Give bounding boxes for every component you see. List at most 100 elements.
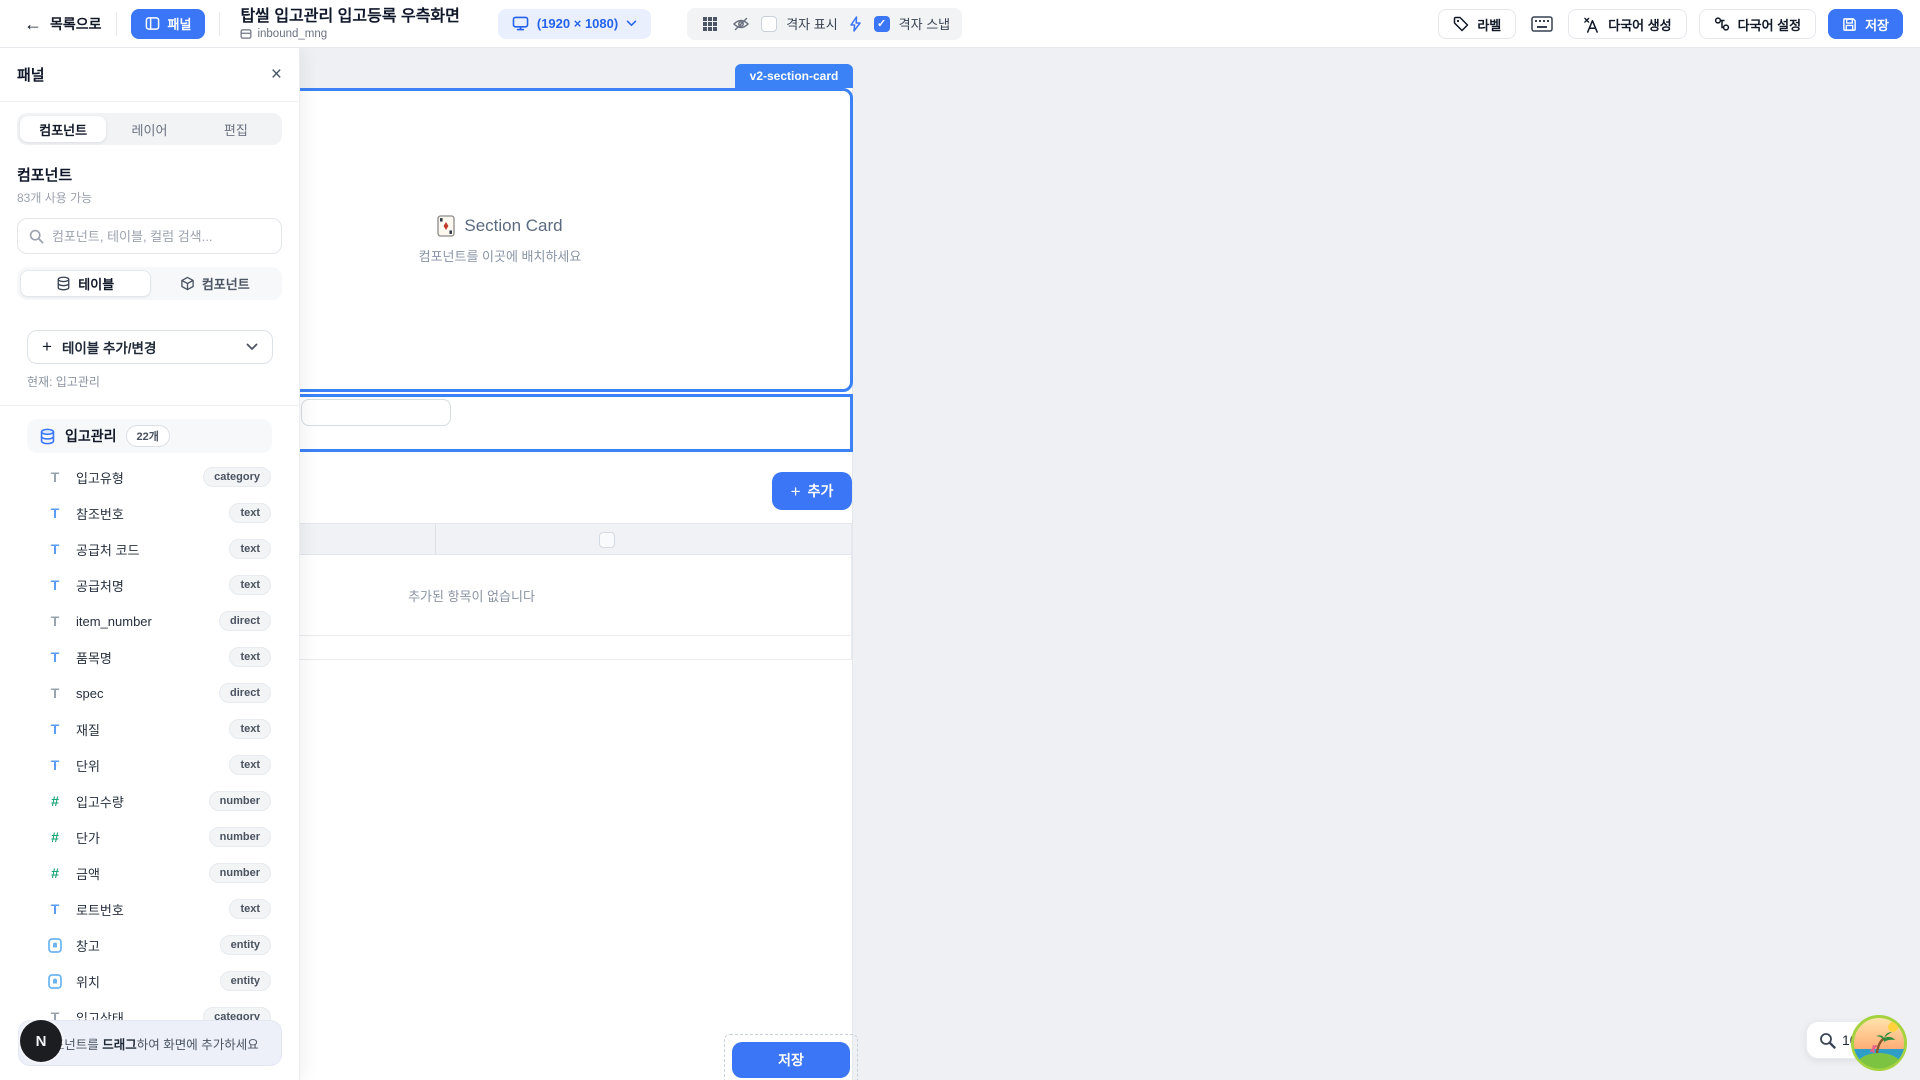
entity-field-icon	[46, 974, 64, 989]
labels-button[interactable]: 라벨	[1438, 9, 1516, 39]
field-type-badge: entity	[220, 971, 271, 991]
panel-toggle-button[interactable]: 패널	[131, 9, 206, 39]
field-row[interactable]: T 공급처 코드 text	[0, 531, 299, 567]
table-group-row[interactable]: 입고관리 22개	[27, 419, 272, 453]
field-row[interactable]: T item_number direct	[0, 603, 299, 639]
back-to-list-button[interactable]: ← 목록으로	[24, 14, 102, 34]
field-type-badge: number	[209, 863, 271, 883]
field-name: 참조번호	[76, 504, 124, 523]
field-type-badge: number	[209, 827, 271, 847]
text-field-icon: T	[46, 902, 64, 916]
number-field-icon: #	[46, 830, 64, 844]
avatar[interactable]: N	[20, 1020, 62, 1062]
field-row[interactable]: T spec direct	[0, 675, 299, 711]
field-type-badge: direct	[219, 611, 271, 631]
field-type-badge: number	[209, 791, 271, 811]
component-search[interactable]	[17, 218, 282, 254]
top-toolbar: ← 목록으로 패널 탑씰 입고관리 입고등록 우측화면 inbound_mng	[0, 0, 1920, 48]
resolution-dropdown[interactable]: (1920 × 1080)	[498, 9, 651, 39]
field-row[interactable]: # 단가 number	[0, 819, 299, 855]
field-row[interactable]: T 입고유형 category	[0, 459, 299, 495]
field-list: T 입고유형 category T 참조번호 text T 공급처 코드 tex…	[0, 459, 299, 1035]
field-name: 재질	[76, 720, 100, 739]
selection-tag: v2-section-card	[735, 64, 853, 88]
search-icon	[29, 229, 44, 244]
field-type-badge: text	[229, 503, 271, 523]
field-count-badge: 22개	[126, 425, 170, 447]
database-icon	[56, 276, 71, 291]
canvas-save-button[interactable]: 저장	[732, 1042, 850, 1078]
translate-icon	[1583, 16, 1600, 33]
field-name: 입고유형	[76, 468, 124, 487]
muted-text-field-icon: T	[46, 686, 64, 700]
field-type-badge: text	[229, 539, 271, 559]
field-row[interactable]: T 단위 text	[0, 747, 299, 783]
placed-input[interactable]	[301, 399, 451, 426]
field-name: 공급처명	[76, 576, 124, 595]
back-arrow-icon: ←	[24, 15, 42, 33]
component-panel: 패널 × 컴포넌트 레이어 편집 컴포넌트 83개 사용 가능 테이블 컴포넌트…	[0, 48, 300, 1080]
text-field-icon: T	[46, 542, 64, 556]
table-subtitle: inbound_mng	[240, 28, 459, 40]
field-row[interactable]: T 로트번호 text	[0, 891, 299, 927]
search-input[interactable]	[52, 229, 270, 244]
column-divider	[435, 524, 436, 554]
table-group-name: 입고관리	[65, 426, 117, 446]
field-name: 위치	[76, 972, 100, 991]
current-table-label: 현재: 입고관리	[27, 373, 272, 390]
tab-layers[interactable]: 레이어	[106, 116, 192, 142]
field-row[interactable]: T 품목명 text	[0, 639, 299, 675]
toggle-components[interactable]: 컴포넌트	[151, 270, 280, 297]
muted-text-field-icon: T	[46, 470, 64, 484]
field-row[interactable]: 창고 entity	[0, 927, 299, 963]
field-name: 금액	[76, 864, 100, 883]
panel-icon	[145, 16, 160, 31]
section-card-title: Section Card	[437, 215, 562, 237]
chevron-down-icon	[246, 343, 258, 351]
field-type-badge: entity	[220, 935, 271, 955]
tab-components[interactable]: 컴포넌트	[20, 116, 106, 142]
grid-icon[interactable]	[699, 10, 721, 38]
panel-tabs: 컴포넌트 레이어 편집	[17, 113, 282, 145]
table-mini-icon	[240, 28, 252, 40]
monitor-icon	[512, 16, 529, 31]
save-button[interactable]: 저장	[1828, 9, 1903, 39]
eye-off-icon[interactable]	[730, 10, 752, 38]
field-type-badge: category	[203, 467, 271, 487]
grid-snap-checkbox[interactable]: ✓	[874, 16, 890, 32]
field-row[interactable]: # 입고수량 number	[0, 783, 299, 819]
field-name: 품목명	[76, 648, 112, 667]
field-type-badge: text	[229, 575, 271, 595]
island-extension-icon[interactable]	[1851, 1015, 1907, 1071]
section-card-hint: 컴포넌트를 이곳에 배치하세요	[419, 246, 582, 265]
select-all-checkbox[interactable]	[599, 532, 615, 548]
toggle-tables[interactable]: 테이블	[20, 270, 151, 297]
close-icon[interactable]: ×	[271, 65, 282, 84]
field-name: 공급처 코드	[76, 540, 139, 559]
field-row[interactable]: T 공급처명 text	[0, 567, 299, 603]
plus-icon: +	[791, 483, 801, 500]
keyboard-shortcuts-icon[interactable]	[1528, 10, 1556, 38]
add-button[interactable]: + 추가	[772, 472, 852, 510]
field-row[interactable]: # 금액 number	[0, 855, 299, 891]
i18n-generate-button[interactable]: 다국어 생성	[1568, 9, 1686, 39]
field-row[interactable]: 위치 entity	[0, 963, 299, 999]
field-type-badge: direct	[219, 683, 271, 703]
field-name: 창고	[76, 936, 100, 955]
field-type-badge: text	[229, 719, 271, 739]
add-table-dropdown[interactable]: + 테이블 추가/변경	[27, 330, 273, 364]
tab-edit[interactable]: 편집	[193, 116, 279, 142]
field-row[interactable]: T 참조번호 text	[0, 495, 299, 531]
field-row[interactable]: T 재질 text	[0, 711, 299, 747]
i18n-settings-button[interactable]: 다국어 설정	[1699, 9, 1816, 39]
text-field-icon: T	[46, 758, 64, 772]
text-field-icon: T	[46, 722, 64, 736]
tag-icon	[1453, 16, 1469, 32]
panel-title: 패널	[17, 64, 45, 85]
field-name: 단위	[76, 756, 100, 775]
workflow-icon	[1714, 16, 1730, 32]
magnifier-icon	[1819, 1032, 1836, 1049]
grid-show-label: 격자 표시	[786, 14, 837, 33]
grid-snap-label: 격자 스냅	[899, 14, 950, 33]
grid-show-checkbox[interactable]	[761, 16, 777, 32]
